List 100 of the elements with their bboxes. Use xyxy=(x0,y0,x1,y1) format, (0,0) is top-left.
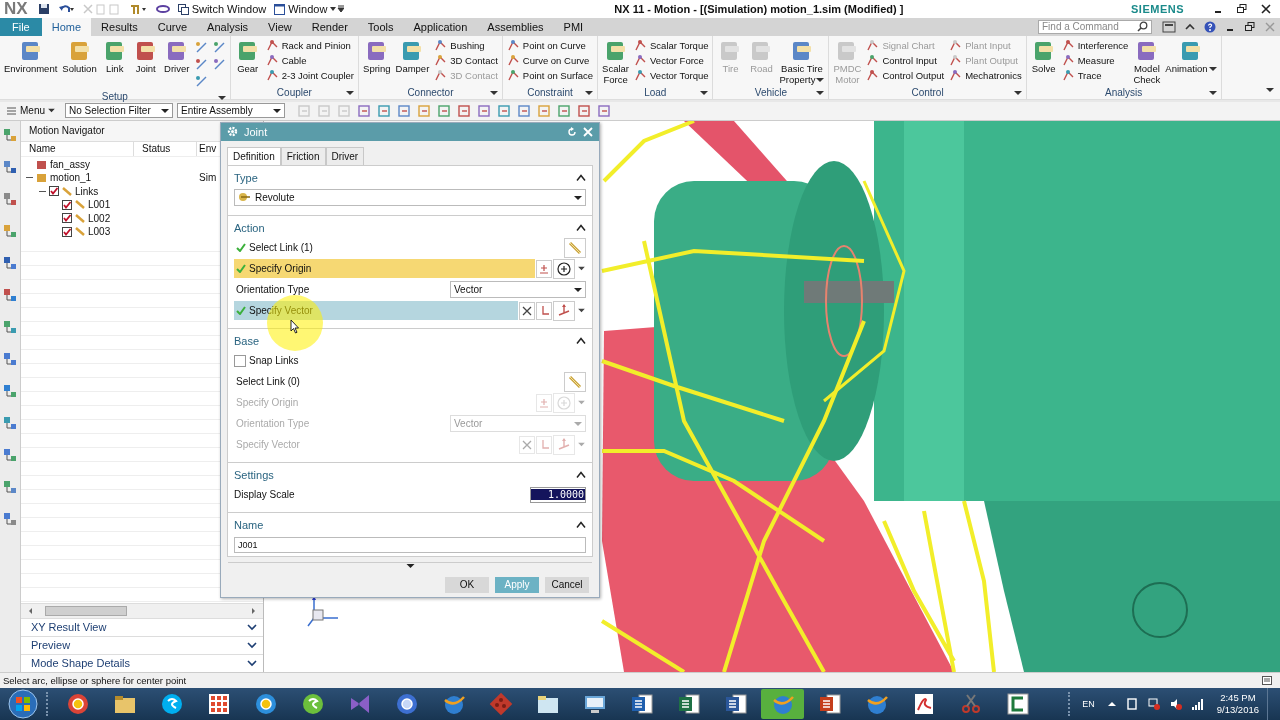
ribbon-button[interactable]: Vector Force xyxy=(634,54,709,68)
type-dropdown[interactable]: Revolute xyxy=(234,189,586,207)
window-menu-button[interactable]: Window xyxy=(274,3,345,15)
tree-item[interactable]: Links xyxy=(75,185,99,197)
start-button[interactable] xyxy=(8,689,38,719)
ribbon-button[interactable]: Mechatronics xyxy=(949,69,1022,83)
resource-tab-icon[interactable] xyxy=(3,446,17,463)
ribbon-tab[interactable]: File xyxy=(0,18,42,36)
ribbon-tab[interactable]: PMI xyxy=(553,18,594,36)
panel-header[interactable]: XY Result View xyxy=(31,621,107,634)
selection-step[interactable]: Specify Origin xyxy=(234,259,535,279)
ribbon-button[interactable]: Damper xyxy=(393,38,432,75)
column-header[interactable]: Name xyxy=(21,141,134,156)
ribbon-button[interactable]: Gear xyxy=(232,38,263,75)
caret-icon[interactable] xyxy=(700,90,709,96)
section-title[interactable]: Base xyxy=(234,334,260,347)
resource-tab-icon[interactable] xyxy=(3,382,17,399)
collapse-icon[interactable] xyxy=(576,520,586,529)
clock-date[interactable]: 9/13/2016 xyxy=(1216,704,1259,716)
filter-dropdown[interactable]: No Selection Filter xyxy=(65,103,173,119)
ribbon-tab[interactable]: Analysis xyxy=(197,18,259,36)
command-search-field[interactable]: Find a Command xyxy=(1038,20,1152,34)
tool-icon[interactable] xyxy=(597,103,613,118)
ribbon-button[interactable]: Control Output xyxy=(866,69,945,83)
ribbon-tab[interactable]: Tools xyxy=(357,18,404,36)
tool-icon[interactable] xyxy=(397,103,413,118)
tree-item[interactable]: L002 xyxy=(88,212,111,224)
scroll-right-icon[interactable] xyxy=(249,606,257,615)
restore-icon[interactable] xyxy=(1236,3,1248,15)
resource-tab-icon[interactable] xyxy=(3,478,17,495)
ribbon-button[interactable]: Solution xyxy=(60,38,99,75)
ribbon-tab[interactable]: Application xyxy=(403,18,478,36)
ribbon-button[interactable]: Animation xyxy=(1163,38,1219,75)
resource-tab-icon[interactable] xyxy=(3,414,17,431)
ribbon-tab[interactable]: Assemblies xyxy=(477,18,554,36)
checkbox[interactable] xyxy=(49,186,59,197)
resource-tab-icon[interactable] xyxy=(3,286,17,303)
reverse-direction-button[interactable] xyxy=(519,301,535,320)
clock-time[interactable]: 2:45 PM xyxy=(1220,692,1256,704)
ribbon-button[interactable]: Spring xyxy=(361,38,393,75)
language-indicator[interactable]: EN xyxy=(1082,699,1095,709)
undo-icon[interactable] xyxy=(57,3,74,15)
dialog-button[interactable]: OK xyxy=(445,576,489,593)
resource-tab-icon[interactable] xyxy=(3,254,17,271)
dialog-tab[interactable]: Friction xyxy=(280,146,326,165)
resource-tab-icon[interactable] xyxy=(3,126,17,143)
screen-icon[interactable] xyxy=(1162,21,1176,33)
tool-icon[interactable] xyxy=(212,58,226,71)
ribbon-button[interactable]: Vector Torque xyxy=(634,69,709,83)
caret-icon[interactable] xyxy=(1208,90,1217,96)
orientation-dropdown[interactable]: Vector xyxy=(450,281,586,299)
resource-tab-icon[interactable] xyxy=(3,190,17,207)
device-icon[interactable] xyxy=(1124,697,1139,711)
panel-header[interactable]: Preview xyxy=(31,639,71,652)
column-header[interactable]: Status xyxy=(134,141,197,156)
name-field[interactable]: J001 xyxy=(234,536,586,553)
checkbox[interactable] xyxy=(62,213,72,224)
resource-tab-icon[interactable] xyxy=(3,318,17,335)
expand-icon[interactable] xyxy=(405,562,415,569)
tool-icon[interactable] xyxy=(497,103,513,118)
ribbon-button[interactable]: Rack and Pinion xyxy=(265,39,355,53)
ribbon-button[interactable]: Point on Curve xyxy=(506,39,594,53)
scroll-left-icon[interactable] xyxy=(27,606,35,615)
tool-icon[interactable] xyxy=(537,103,553,118)
selection-step[interactable]: Select Link (0) xyxy=(234,372,563,392)
ribbon-button[interactable]: Trace xyxy=(1061,69,1129,83)
tree-item[interactable]: fan_assy xyxy=(50,159,91,171)
ribbon-button[interactable]: Interference xyxy=(1061,39,1129,53)
panel-header[interactable]: Mode Shape Details xyxy=(31,657,131,670)
chevron-icon[interactable] xyxy=(247,659,257,668)
help-icon[interactable] xyxy=(1204,21,1216,33)
tree-item[interactable]: L003 xyxy=(88,226,111,237)
tool-icon[interactable] xyxy=(212,41,226,54)
tool-icon[interactable] xyxy=(417,103,433,118)
tool-icon[interactable] xyxy=(517,103,533,118)
ribbon-button[interactable]: 3D Contact xyxy=(434,54,498,68)
tree-item[interactable]: L001 xyxy=(88,199,111,211)
ribbon-tab[interactable]: Curve xyxy=(147,18,198,36)
dialog-button[interactable]: Cancel xyxy=(545,576,589,593)
checkbox[interactable] xyxy=(234,354,246,367)
caret-icon[interactable] xyxy=(346,90,355,96)
caret-icon[interactable] xyxy=(585,90,594,96)
tool-icon[interactable] xyxy=(194,75,208,88)
checkbox[interactable] xyxy=(62,199,72,210)
chevron-icon[interactable] xyxy=(247,641,257,650)
ribbon-button[interactable]: Control Input xyxy=(866,54,945,68)
ribbon-button[interactable]: Driver xyxy=(161,38,192,75)
part-icon[interactable] xyxy=(129,3,148,15)
checkbox[interactable] xyxy=(62,226,72,237)
ribbon-button[interactable]: Measure xyxy=(1061,54,1129,68)
selection-step[interactable]: Select Link (1) xyxy=(234,238,563,258)
tool-icon[interactable] xyxy=(437,103,453,118)
menu-button[interactable]: Menu xyxy=(6,105,55,117)
ribbon-button[interactable]: Model Check xyxy=(1131,38,1163,86)
collapse-icon[interactable] xyxy=(576,223,586,232)
resource-tab-icon[interactable] xyxy=(3,158,17,175)
tool-icon[interactable] xyxy=(377,103,393,118)
tool-icon[interactable] xyxy=(194,41,208,54)
ribbon-tab[interactable]: Results xyxy=(91,18,148,36)
dialog-tab[interactable]: Definition xyxy=(227,146,281,165)
